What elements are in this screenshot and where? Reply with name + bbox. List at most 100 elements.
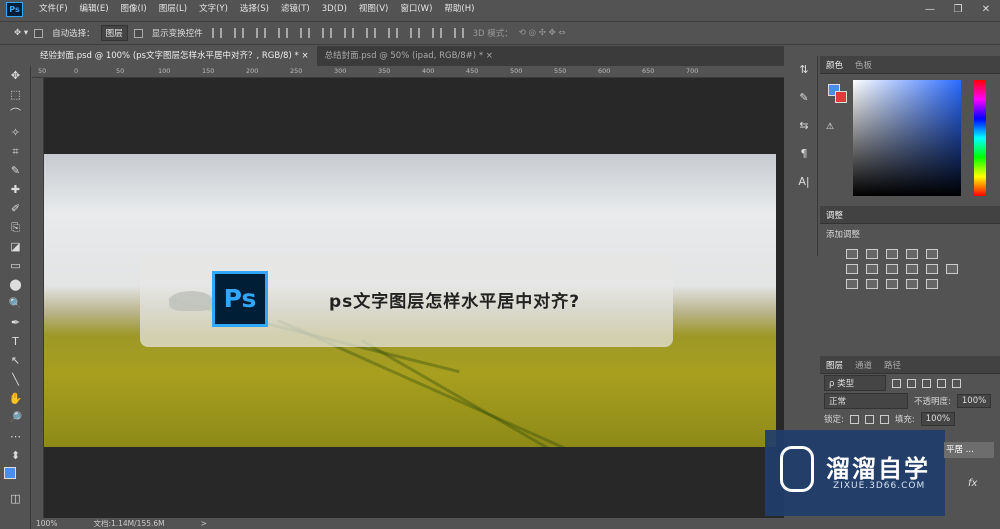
threshold-icon[interactable] bbox=[886, 279, 898, 289]
menu-select[interactable]: 选择(S) bbox=[234, 0, 275, 19]
magic-wand-icon[interactable]: ✧ bbox=[0, 123, 31, 142]
swap-colors-icon[interactable]: ⬍ bbox=[0, 446, 31, 465]
tab-channels[interactable]: 通道 bbox=[855, 359, 872, 371]
minimize-button[interactable]: — bbox=[916, 0, 944, 19]
photo-filter-icon[interactable] bbox=[906, 264, 918, 274]
brush-panel-icon[interactable]: ✎ bbox=[790, 84, 818, 112]
menu-window[interactable]: 窗口(W) bbox=[394, 0, 438, 19]
zoom-tool-icon[interactable]: 🔎 bbox=[0, 408, 31, 427]
menu-view[interactable]: 视图(V) bbox=[353, 0, 394, 19]
distribute-left-icon[interactable] bbox=[409, 28, 420, 38]
gamut-warning-icon[interactable]: ⚠ bbox=[826, 122, 834, 132]
hand-tool-icon[interactable]: ✋ bbox=[0, 389, 31, 408]
foreground-color-swatch[interactable] bbox=[4, 467, 16, 479]
lock-transparency-icon[interactable] bbox=[849, 414, 859, 424]
marquee-tool-icon[interactable]: ⬚ bbox=[0, 85, 31, 104]
lock-position-icon[interactable] bbox=[864, 414, 874, 424]
filter-pixel-icon[interactable] bbox=[892, 378, 901, 388]
gradient-map-icon[interactable] bbox=[906, 279, 918, 289]
distribute-vcenter-icon[interactable] bbox=[365, 28, 376, 38]
align-left-icon[interactable] bbox=[277, 28, 288, 38]
more-tools-icon[interactable]: ⋯ bbox=[0, 427, 31, 446]
menu-help[interactable]: 帮助(H) bbox=[438, 0, 480, 19]
history-panel-icon[interactable]: ⇅ bbox=[790, 56, 818, 84]
auto-select-dropdown[interactable]: 图层 bbox=[100, 25, 128, 41]
crop-tool-icon[interactable]: ⌗ bbox=[0, 142, 31, 161]
posterize-icon[interactable] bbox=[866, 279, 878, 289]
filter-smart-object-icon[interactable] bbox=[952, 378, 961, 388]
vibrance-icon[interactable] bbox=[926, 249, 938, 259]
menu-file[interactable]: 文件(F) bbox=[33, 0, 74, 19]
tab-close-icon[interactable]: × bbox=[301, 51, 308, 61]
menu-edit[interactable]: 编辑(E) bbox=[74, 0, 115, 19]
align-top-icon[interactable] bbox=[211, 28, 222, 38]
align-vcenter-icon[interactable] bbox=[233, 28, 244, 38]
history-brush-icon[interactable]: ◪ bbox=[0, 237, 31, 256]
layer-fx-icon[interactable]: fx bbox=[968, 478, 977, 489]
eraser-icon[interactable]: ▭ bbox=[0, 256, 31, 275]
move-tool-icon[interactable]: ✥ bbox=[0, 66, 31, 85]
auto-select-checkbox[interactable] bbox=[34, 28, 44, 38]
color-swatches[interactable] bbox=[0, 465, 30, 489]
eyedropper-icon[interactable]: ✎ bbox=[0, 161, 31, 180]
show-transform-checkbox[interactable] bbox=[133, 28, 143, 38]
hue-slider[interactable] bbox=[974, 80, 986, 196]
black-white-icon[interactable] bbox=[886, 264, 898, 274]
paragraph-panel-icon[interactable]: ¶ bbox=[790, 140, 818, 168]
color-balance-icon[interactable] bbox=[866, 264, 878, 274]
quick-mask-icon[interactable]: ◫ bbox=[0, 489, 31, 508]
healing-brush-icon[interactable]: ✚ bbox=[0, 180, 31, 199]
lock-all-icon[interactable] bbox=[879, 414, 889, 424]
tab-layers[interactable]: 图层 bbox=[826, 359, 843, 371]
hue-saturation-icon[interactable] bbox=[846, 264, 858, 274]
align-right-icon[interactable] bbox=[321, 28, 332, 38]
3d-orbit-icon[interactable]: ⟲ ◎ ✣ ✥ ⇔ bbox=[519, 28, 566, 38]
filter-type-icon[interactable] bbox=[922, 378, 931, 388]
tab-paths[interactable]: 路径 bbox=[884, 359, 901, 371]
channel-mixer-icon[interactable] bbox=[926, 264, 938, 274]
dodge-tool-icon[interactable]: 🔍 bbox=[0, 294, 31, 313]
tab-color[interactable]: 颜色 bbox=[826, 59, 843, 71]
distribute-hcenter-icon[interactable] bbox=[431, 28, 442, 38]
distribute-bottom-icon[interactable] bbox=[387, 28, 398, 38]
brush-tool-icon[interactable]: ✐ bbox=[0, 199, 31, 218]
tab-adjustments[interactable]: 调整 bbox=[826, 209, 843, 221]
layer-filter-dropdown[interactable]: ρ 类型 bbox=[824, 375, 886, 391]
filter-shape-icon[interactable] bbox=[937, 378, 946, 388]
exposure-icon[interactable] bbox=[906, 249, 918, 259]
type-tool-icon[interactable]: T bbox=[0, 332, 31, 351]
tab-summary-doc[interactable]: 总结封面.psd @ 50% (ipad, RGB/8#) * × bbox=[317, 46, 501, 66]
close-button[interactable]: ✕ bbox=[972, 0, 1000, 19]
levels-icon[interactable] bbox=[866, 249, 878, 259]
artboard-image[interactable]: Ps ps文字图层怎样水平居中对齐? bbox=[44, 154, 776, 447]
layer-item-name[interactable]: 平居 ... bbox=[944, 442, 994, 458]
fill-input[interactable]: 100% bbox=[920, 412, 956, 426]
align-hcenter-icon[interactable] bbox=[299, 28, 310, 38]
tab-close-icon[interactable]: × bbox=[486, 51, 493, 61]
tab-swatches[interactable]: 色板 bbox=[855, 59, 872, 71]
pen-tool-icon[interactable]: ✒ bbox=[0, 313, 31, 332]
menu-3d[interactable]: 3D(D) bbox=[316, 0, 353, 19]
align-bottom-icon[interactable] bbox=[255, 28, 266, 38]
curves-icon[interactable] bbox=[886, 249, 898, 259]
status-arrow-icon[interactable]: > bbox=[201, 518, 207, 529]
filter-adjustment-icon[interactable] bbox=[907, 378, 916, 388]
properties-panel-icon[interactable]: ⇆ bbox=[790, 112, 818, 140]
blur-tool-icon[interactable]: ⬤ bbox=[0, 275, 31, 294]
opacity-input[interactable]: 100% bbox=[956, 394, 992, 408]
brightness-icon[interactable] bbox=[846, 249, 858, 259]
menu-type[interactable]: 文字(Y) bbox=[193, 0, 234, 19]
color-panel-background-swatch[interactable] bbox=[835, 91, 847, 103]
line-tool-icon[interactable]: ╲ bbox=[0, 370, 31, 389]
color-lookup-icon[interactable] bbox=[946, 264, 958, 274]
zoom-level[interactable]: 100% bbox=[36, 518, 57, 529]
color-picker-field[interactable] bbox=[853, 80, 961, 196]
move-tool-icon[interactable]: ✥ ▾ bbox=[14, 28, 28, 38]
distribute-right-icon[interactable] bbox=[453, 28, 464, 38]
canvas-area[interactable]: Ps ps文字图层怎样水平居中对齐? bbox=[44, 78, 784, 518]
path-select-icon[interactable]: ↖ bbox=[0, 351, 31, 370]
selective-color-icon[interactable] bbox=[926, 279, 938, 289]
menu-layer[interactable]: 图层(L) bbox=[153, 0, 193, 19]
character-panel-icon[interactable]: A| bbox=[790, 168, 818, 196]
distribute-top-icon[interactable] bbox=[343, 28, 354, 38]
